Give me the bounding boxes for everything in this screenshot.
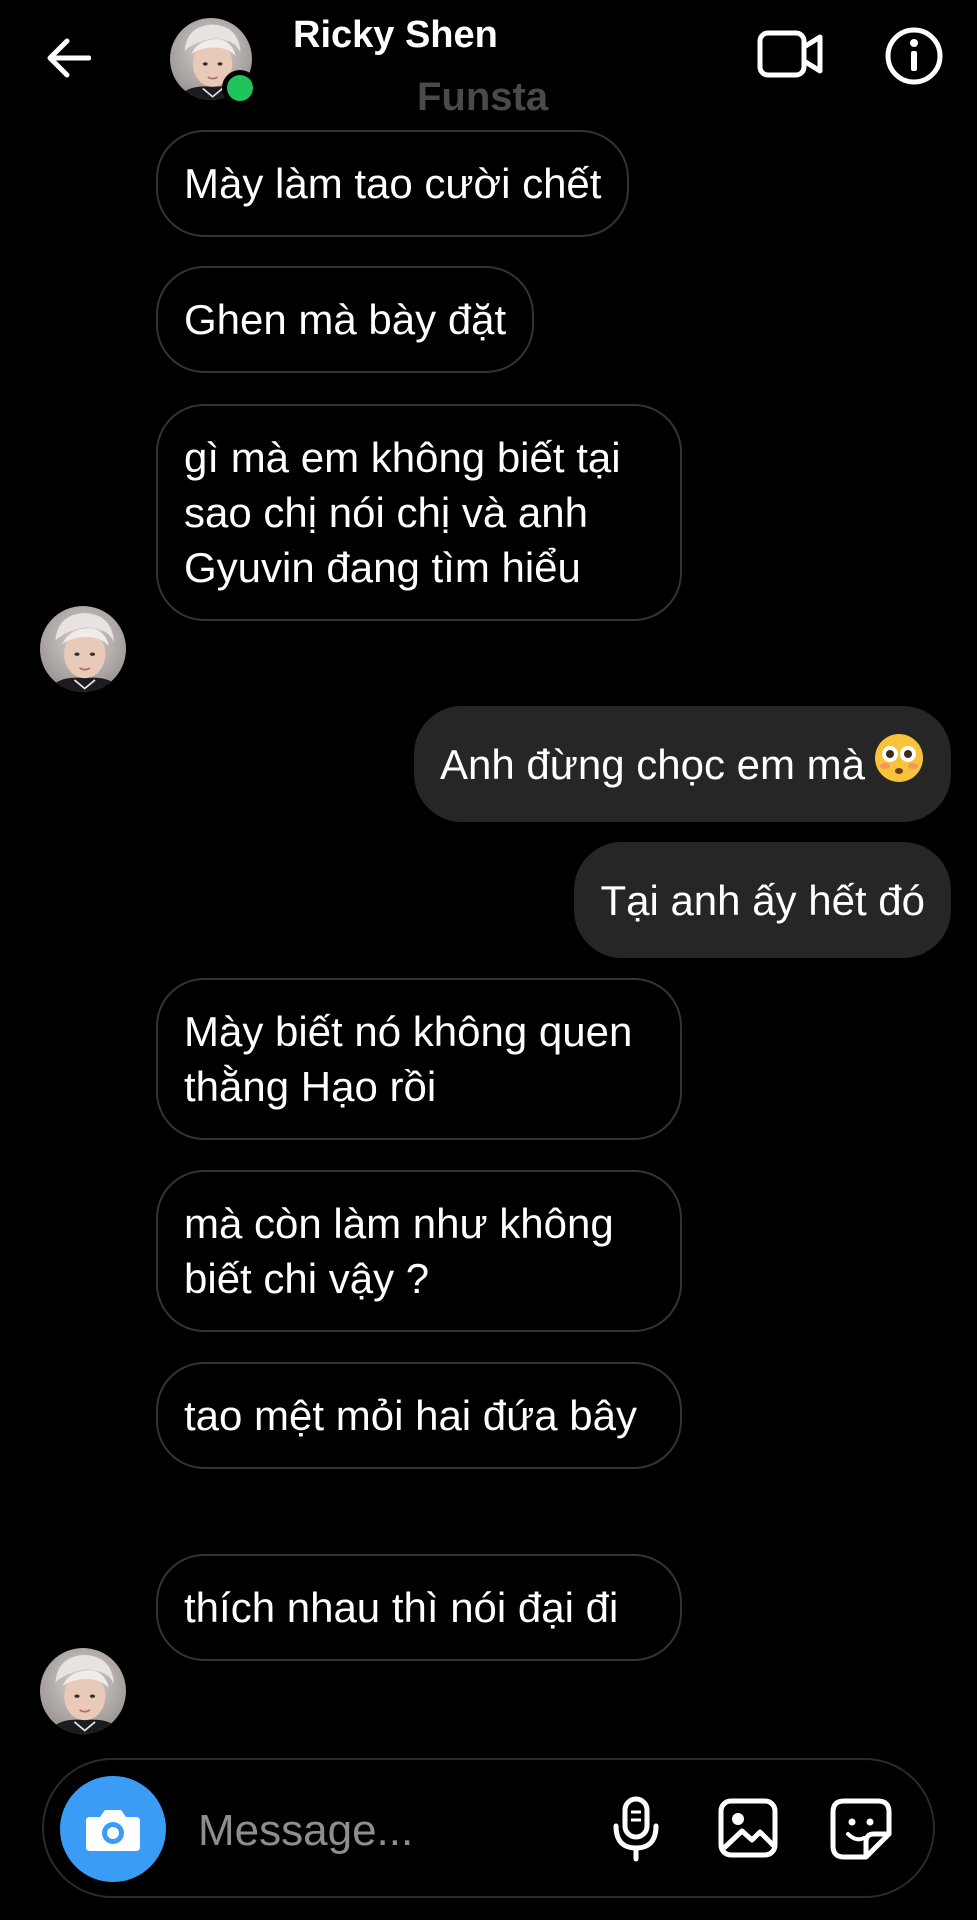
message-bubble-received[interactable]: Mày biết nó không quen thằng Hạo rồi [156, 978, 682, 1140]
video-camera-icon [757, 30, 823, 78]
contact-subtitle: Funsta [417, 75, 549, 119]
sender-avatar[interactable] [40, 1648, 126, 1734]
sender-avatar[interactable] [40, 606, 126, 692]
sticker-icon [830, 1798, 892, 1860]
message-bubble-received[interactable]: Ghen mà bày đặt [156, 266, 535, 373]
message-text: Mày biết nó không quen thằng Hạo rồi [184, 1008, 633, 1110]
message-text: Mày làm tao cười chết [184, 160, 602, 207]
voice-message-button[interactable] [606, 1794, 666, 1864]
message-text: tao mệt mỏi hai đứa bây [184, 1392, 638, 1439]
message-bubble-received[interactable]: tao mệt mỏi hai đứa bây [156, 1362, 682, 1469]
chat-header: Ricky Shen Funsta [0, 0, 977, 120]
gallery-button[interactable] [716, 1796, 780, 1860]
image-icon [718, 1798, 778, 1858]
message-bubble-received[interactable]: Mày làm tao cười chết [156, 130, 630, 237]
camera-button[interactable] [60, 1776, 166, 1882]
message-text: mà còn làm như không biết chi vậy ? [184, 1200, 614, 1302]
message-text: thích nhau thì nói đại đi [184, 1584, 619, 1631]
info-icon [885, 27, 943, 85]
info-button[interactable] [882, 24, 946, 88]
contact-name[interactable]: Ricky Shen [293, 14, 498, 57]
message-bubble-received[interactable]: thích nhau thì nói đại đi [156, 1554, 682, 1661]
sticker-button[interactable] [828, 1796, 894, 1862]
video-call-button[interactable] [755, 24, 825, 84]
message-bubble-sent[interactable]: Tại anh ấy hết đó [574, 842, 951, 958]
message-text: Tại anh ấy hết đó [600, 876, 925, 924]
back-button[interactable] [40, 30, 96, 86]
arrow-left-icon [47, 38, 91, 78]
message-text: Ghen mà bày đặt [184, 296, 507, 343]
message-text: gì mà em không biết tại sao chị nói chị … [184, 434, 621, 591]
flushed-face-emoji [873, 732, 925, 797]
online-status-indicator [222, 70, 258, 106]
message-bubble-received[interactable]: gì mà em không biết tại sao chị nói chị … [156, 404, 682, 621]
camera-icon [86, 1810, 140, 1851]
message-bubble-sent[interactable]: Anh đừng chọc em mà [413, 706, 951, 822]
message-input[interactable] [196, 1800, 580, 1862]
microphone-icon [613, 1796, 659, 1862]
message-text: Anh đừng chọc em mà [439, 740, 865, 788]
message-bubble-received[interactable]: mà còn làm như không biết chi vậy ? [156, 1170, 682, 1332]
